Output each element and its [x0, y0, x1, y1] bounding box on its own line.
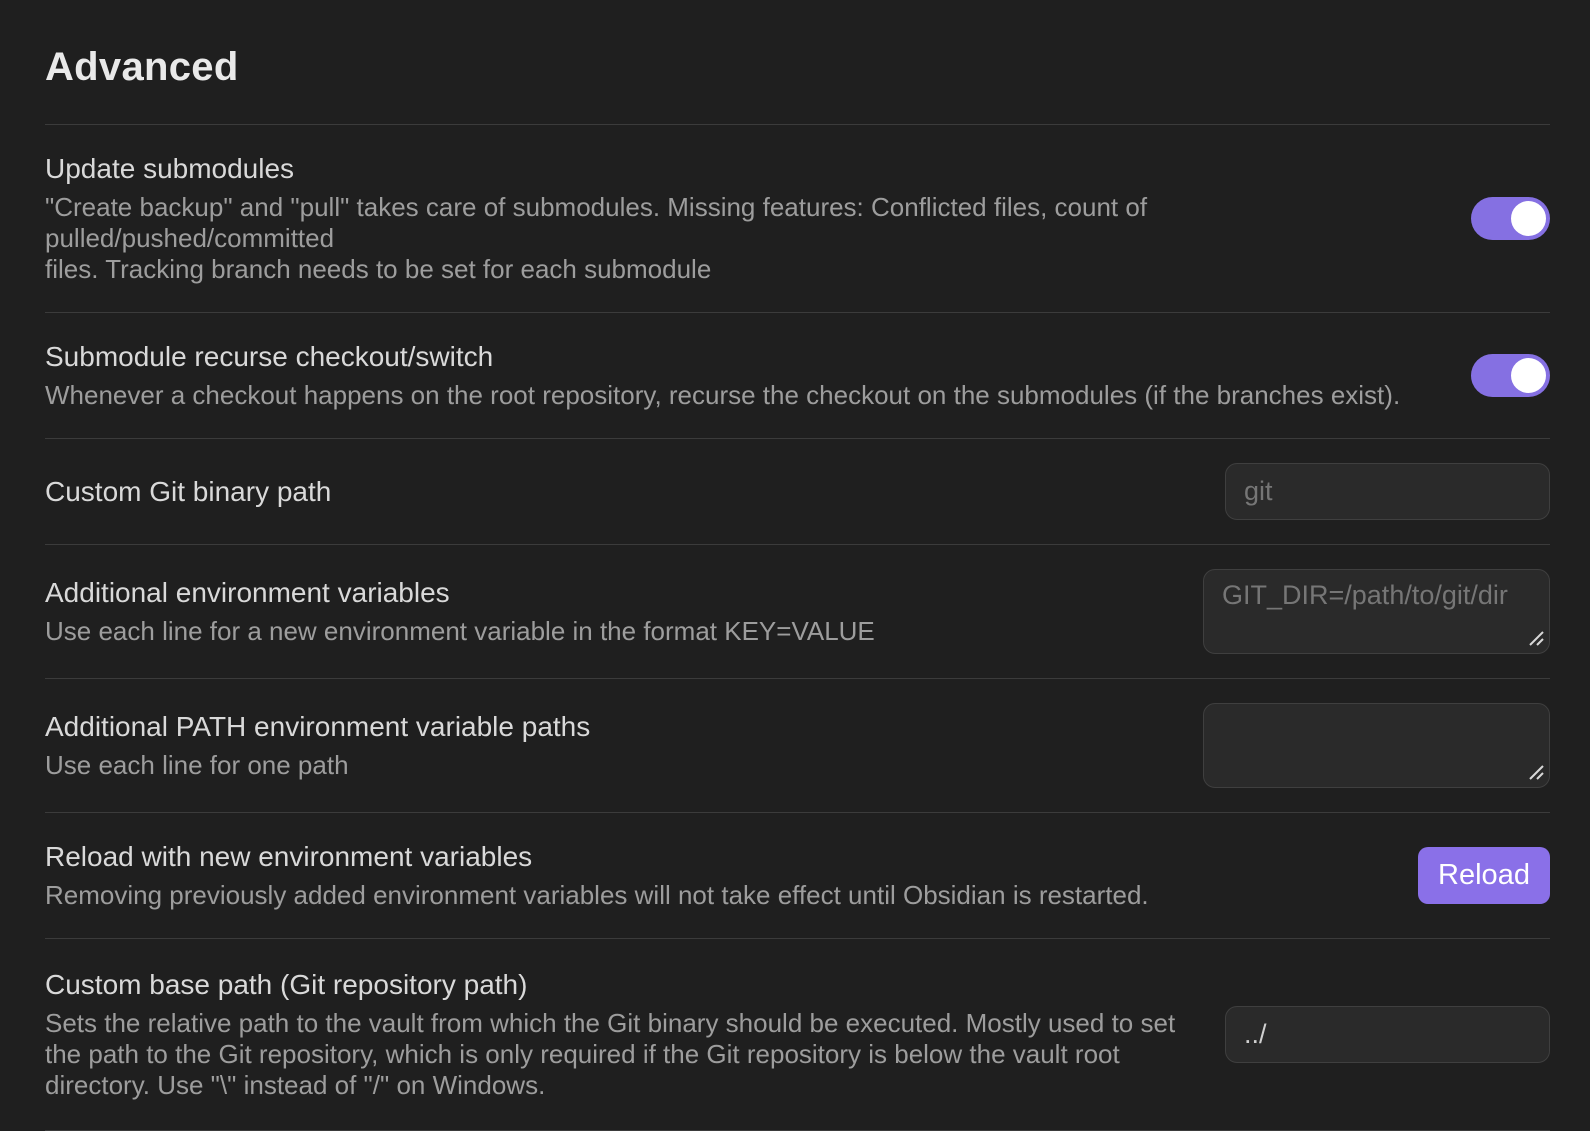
setting-row-additional-path-env-paths: Additional PATH environment variable pat…: [45, 678, 1550, 812]
setting-control: Reload: [1418, 847, 1550, 904]
resize-handle-icon[interactable]: [1529, 765, 1544, 780]
setting-name: Additional PATH environment variable pat…: [45, 710, 1163, 743]
setting-control: [1225, 1006, 1550, 1063]
env-vars-textarea[interactable]: [1203, 569, 1550, 654]
toggle-knob: [1511, 358, 1546, 393]
setting-name: Additional environment variables: [45, 576, 1163, 609]
base-path-input[interactable]: [1225, 1006, 1550, 1063]
submodule-recurse-toggle[interactable]: [1471, 354, 1550, 397]
setting-name: Custom base path (Git repository path): [45, 968, 1185, 1001]
setting-info: Custom base path (Git repository path) S…: [45, 968, 1185, 1101]
page-title: Advanced: [45, 0, 1550, 124]
setting-control: [1225, 463, 1550, 520]
setting-control: [1203, 569, 1550, 654]
toggle-knob: [1511, 201, 1546, 236]
setting-info: Custom Git binary path: [45, 475, 1185, 508]
setting-name: Custom Git binary path: [45, 475, 1185, 508]
setting-info: Submodule recurse checkout/switch Whenev…: [45, 340, 1431, 411]
setting-info: Additional PATH environment variable pat…: [45, 710, 1163, 781]
setting-row-submodule-recurse-checkout: Submodule recurse checkout/switch Whenev…: [45, 312, 1550, 438]
setting-description: Use each line for one path: [45, 750, 1163, 781]
setting-row-update-submodules: Update submodules "Create backup" and "p…: [45, 124, 1550, 312]
setting-row-reload-env-vars: Reload with new environment variables Re…: [45, 812, 1550, 938]
setting-description: "Create backup" and "pull" takes care of…: [45, 192, 1431, 285]
setting-info: Reload with new environment variables Re…: [45, 840, 1378, 911]
setting-control: [1471, 197, 1550, 240]
git-binary-path-input[interactable]: [1225, 463, 1550, 520]
path-env-textarea[interactable]: [1203, 703, 1550, 788]
setting-row-additional-env-vars: Additional environment variables Use eac…: [45, 544, 1550, 678]
update-submodules-toggle[interactable]: [1471, 197, 1550, 240]
setting-name: Reload with new environment variables: [45, 840, 1378, 873]
setting-description: Use each line for a new environment vari…: [45, 616, 1163, 647]
setting-description: Sets the relative path to the vault from…: [45, 1008, 1185, 1101]
setting-name: Submodule recurse checkout/switch: [45, 340, 1431, 373]
setting-name: Update submodules: [45, 152, 1431, 185]
settings-advanced-panel: Advanced Update submodules "Create backu…: [0, 0, 1590, 1131]
resize-handle-icon[interactable]: [1529, 631, 1544, 646]
setting-control: [1203, 703, 1550, 788]
setting-info: Additional environment variables Use eac…: [45, 576, 1163, 647]
setting-control: [1471, 354, 1550, 397]
reload-button[interactable]: Reload: [1418, 847, 1550, 904]
setting-row-custom-base-path: Custom base path (Git repository path) S…: [45, 938, 1550, 1131]
setting-description: Whenever a checkout happens on the root …: [45, 380, 1431, 411]
setting-row-custom-git-binary-path: Custom Git binary path: [45, 438, 1550, 544]
setting-description: Removing previously added environment va…: [45, 880, 1378, 911]
setting-info: Update submodules "Create backup" and "p…: [45, 152, 1431, 285]
